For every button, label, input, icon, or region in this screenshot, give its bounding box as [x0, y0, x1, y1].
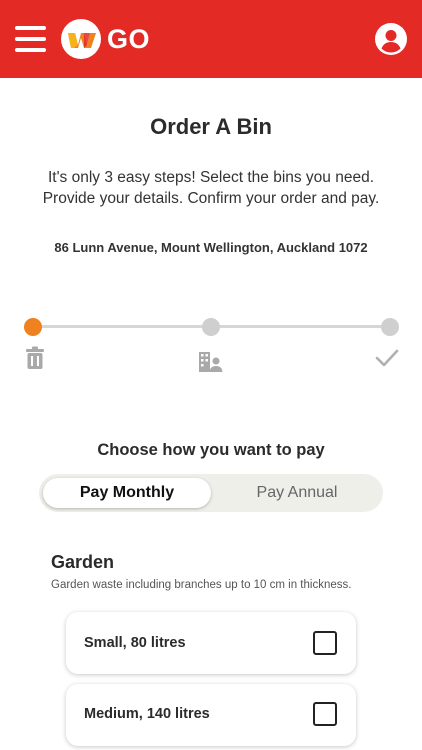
bin-option-card[interactable]: Medium, 140 litres	[66, 684, 356, 746]
app-header: GO	[0, 0, 422, 78]
delivery-address: 86 Lunn Avenue, Mount Wellington, Auckla…	[54, 240, 368, 255]
intro-line: It's only 3 easy steps! Select the bins …	[47, 169, 375, 186]
garden-section-title: Garden	[51, 552, 115, 572]
step-2-indicator	[202, 318, 220, 336]
bin-option-checkbox[interactable]	[313, 631, 337, 655]
building-person-icon	[199, 352, 223, 377]
intro-line: Provide your details. Confirm your order…	[42, 190, 380, 207]
hamburger-menu-icon[interactable]	[15, 26, 46, 52]
bin-option-card[interactable]: Small, 80 litres	[66, 612, 356, 674]
brand-logo-icon	[61, 19, 101, 59]
pay-annual-option[interactable]: Pay Annual	[215, 478, 379, 508]
bin-option-checkbox[interactable]	[313, 702, 337, 726]
payment-heading: Choose how you want to pay	[97, 441, 325, 459]
step-1-indicator	[24, 318, 42, 336]
step-3-indicator	[381, 318, 399, 336]
pay-monthly-option[interactable]: Pay Monthly	[43, 478, 211, 508]
brand-logo-text: GO	[107, 24, 151, 54]
intro-text: It's only 3 easy steps! Select the bins …	[0, 167, 422, 209]
trash-bin-icon	[25, 346, 45, 375]
checkmark-icon	[375, 349, 399, 372]
payment-toggle: Pay Monthly Pay Annual	[39, 474, 383, 512]
garden-section-description: Garden waste including branches up to 10…	[51, 579, 352, 591]
account-circle-icon[interactable]	[375, 23, 407, 55]
bin-option-label: Small, 80 litres	[84, 635, 186, 651]
page-title: Order A Bin	[150, 114, 272, 139]
bin-option-label: Medium, 140 litres	[84, 706, 210, 722]
